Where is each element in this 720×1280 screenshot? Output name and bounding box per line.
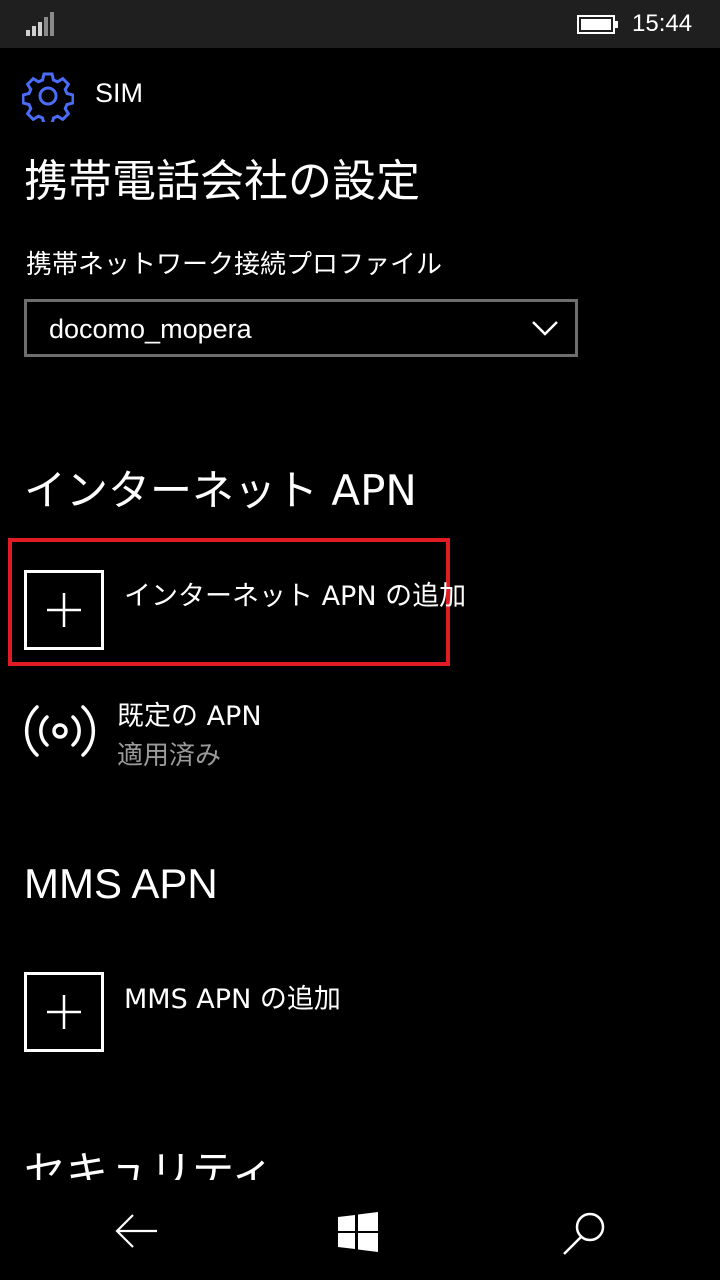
profile-dropdown[interactable]: docomo_mopera [24,299,578,357]
plus-icon [47,593,81,627]
signal-icon [26,12,54,36]
back-arrow-icon[interactable] [114,1213,158,1249]
add-internet-apn-label[interactable]: インターネット APN の追加 [124,574,466,613]
internet-apn-heading: インターネット APN [24,466,417,515]
plus-icon [47,995,81,1029]
windows-icon[interactable] [338,1212,378,1252]
chevron-down-icon [532,321,558,336]
app-label: SIM [95,78,144,108]
battery-icon [577,15,618,34]
page-title: 携帯電話会社の設定 [24,156,420,207]
profile-label: 携帯ネットワーク接続プロファイル [26,250,443,280]
status-time: 15:44 [632,10,693,37]
add-mms-apn-button[interactable] [24,972,104,1052]
search-icon[interactable] [560,1210,608,1258]
add-mms-apn-label[interactable]: MMS APN の追加 [124,977,341,1016]
default-apn-status: 適用済み [117,741,222,771]
broadcast-icon [24,705,96,757]
add-internet-apn-button[interactable] [24,570,104,650]
default-apn-title[interactable]: 既定の APN [117,694,262,733]
gear-icon [22,72,74,122]
mms-apn-heading: MMS APN [24,860,218,907]
profile-dropdown-value: docomo_mopera [49,314,252,344]
